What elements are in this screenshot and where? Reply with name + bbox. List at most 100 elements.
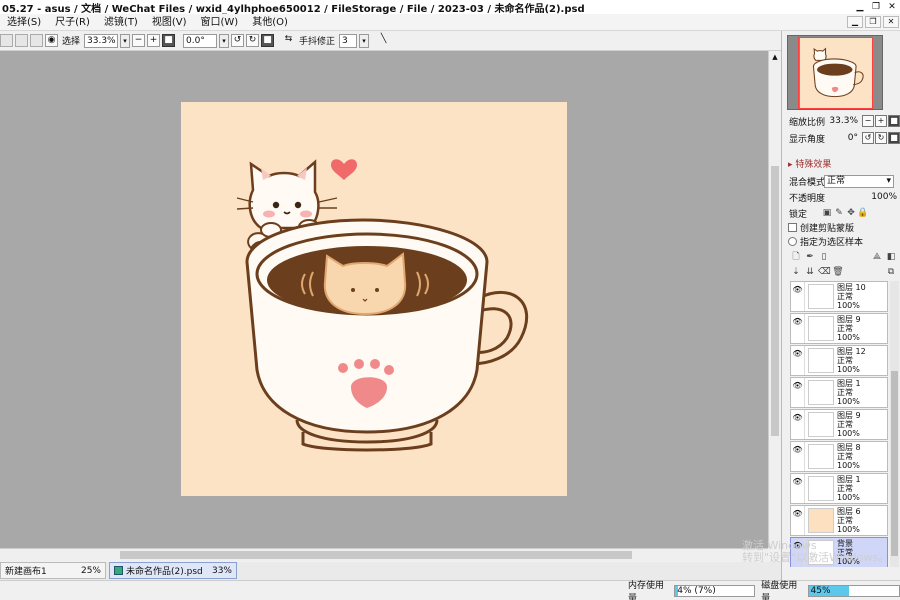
new-layer-icon[interactable]: 🗋 <box>790 251 802 263</box>
zoom-dropdown-icon[interactable]: ▾ <box>120 33 131 48</box>
navigator-view-frame[interactable] <box>798 37 873 109</box>
visibility-eye-icon[interactable]: 👁 <box>791 506 805 535</box>
visibility-eye-icon[interactable]: 👁 <box>791 378 805 407</box>
flip-horizontal-icon[interactable]: ⇆ <box>282 34 295 47</box>
menu-select[interactable]: 选择(S) <box>0 14 48 31</box>
color-swatch-1[interactable] <box>0 34 13 47</box>
layer-scroll-thumb[interactable] <box>891 371 898 556</box>
zoom-in-button[interactable]: + <box>147 34 161 47</box>
doc-restore-button[interactable]: ❐ <box>865 16 881 28</box>
lock-all-icon[interactable]: 🔒 <box>857 207 869 219</box>
layer-row[interactable]: 👁 图层 10 正常 100% <box>790 281 888 312</box>
horizontal-scroll-thumb[interactable] <box>120 551 632 559</box>
layer-list[interactable]: 👁 图层 10 正常 100% 👁 图层 9 正常 100% 👁 图层 12 正常 100% 👁 图层 1… <box>790 281 888 567</box>
nav-angle-reset-button[interactable]: ■ <box>888 132 900 144</box>
nav-zoom-out-button[interactable]: − <box>862 115 874 127</box>
layer-name: 图层 12 <box>837 347 866 356</box>
rotation-reset-button[interactable]: ■ <box>261 34 275 47</box>
zoom-out-button[interactable]: − <box>132 34 146 47</box>
menu-view[interactable]: 视图(V) <box>145 14 194 31</box>
stabilizer-dropdown-icon[interactable]: ▾ <box>359 33 370 48</box>
nav-angle-value[interactable]: 0° <box>848 133 862 143</box>
clip-row[interactable]: 创建剪贴蒙版 <box>782 220 900 234</box>
nav-zoom-reset-button[interactable]: ■ <box>888 115 900 127</box>
color-swatch-3[interactable] <box>30 34 43 47</box>
lock-paint-icon[interactable]: ✎ <box>833 207 845 219</box>
layer-mode: 正常 <box>837 420 853 429</box>
close-button[interactable]: ✕ <box>884 1 900 13</box>
visibility-eye-icon[interactable]: 👁 <box>791 282 805 311</box>
layer-row[interactable]: 👁 图层 9 正常 100% <box>790 313 888 344</box>
layer-name: 图层 8 <box>837 443 861 452</box>
lock-move-icon[interactable]: ✥ <box>845 207 857 219</box>
merge-down-icon[interactable]: ⇊ <box>804 266 816 278</box>
lock-transparency-icon[interactable]: ▣ <box>821 207 833 219</box>
layer-row[interactable]: 👁 图层 1 正常 100% <box>790 377 888 408</box>
opacity-value[interactable]: 100% <box>871 192 900 202</box>
zoom-field[interactable]: 33.3% <box>84 33 119 48</box>
rotate-right-icon[interactable]: ↻ <box>246 34 260 47</box>
vertical-scroll-thumb[interactable] <box>771 166 779 436</box>
visibility-eye-icon[interactable]: 👁 <box>791 346 805 375</box>
tab-new-canvas[interactable]: 新建画布1 25% <box>0 562 106 579</box>
rotate-left-icon[interactable]: ↺ <box>231 34 245 47</box>
canvas-horizontal-scrollbar[interactable] <box>0 548 768 561</box>
effects-section[interactable]: ▸ 特殊效果 <box>782 157 900 170</box>
nav-rotate-right-icon[interactable]: ↻ <box>875 132 887 144</box>
pressure-icon[interactable]: ╲ <box>377 34 390 47</box>
rotation-field[interactable]: 0.0° <box>183 33 218 48</box>
menu-window[interactable]: 窗口(W) <box>194 14 246 31</box>
zoom-reset-button[interactable]: ■ <box>162 34 176 47</box>
layer-mode: 正常 <box>837 484 853 493</box>
menu-filter[interactable]: 滤镜(T) <box>97 14 145 31</box>
selection-source-checkbox[interactable] <box>788 236 797 246</box>
color-swatch-2[interactable] <box>15 34 28 47</box>
visibility-eye-icon[interactable]: 👁 <box>791 474 805 503</box>
stabilizer-field[interactable]: 3 <box>339 33 358 48</box>
menu-other[interactable]: 其他(O) <box>245 14 295 31</box>
layer-effect-icon[interactable]: ⟁ <box>871 251 883 263</box>
visibility-eye-icon[interactable]: 👁 <box>791 314 805 343</box>
nav-zoom-in-button[interactable]: + <box>875 115 887 127</box>
nav-rotate-left-icon[interactable]: ↺ <box>862 132 874 144</box>
delete-layer-icon[interactable]: 🗑 <box>832 266 844 278</box>
document-icon <box>114 566 123 575</box>
rotation-dropdown-icon[interactable]: ▾ <box>219 33 230 48</box>
blend-mode-select[interactable]: 正常 ▾ <box>824 175 894 188</box>
layer-row[interactable]: 👁 图层 1 正常 100% <box>790 473 888 504</box>
new-linework-layer-icon[interactable]: ✒ <box>804 251 816 263</box>
lock-label: 锁定 <box>789 209 808 220</box>
minimize-button[interactable]: ▁ <box>852 1 868 13</box>
nav-zoom-value[interactable]: 33.3% <box>829 116 862 126</box>
clip-checkbox[interactable] <box>788 222 797 232</box>
layer-row[interactable]: 👁 图层 12 正常 100% <box>790 345 888 376</box>
status-bar: 内存使用量 4% (7%) 磁盘使用量 45% <box>0 580 900 600</box>
stabilizer-label: 手抖修正 <box>299 37 336 47</box>
layer-meta: 图层 12 正常 100% <box>837 347 866 374</box>
maximize-button[interactable]: ❐ <box>868 1 884 13</box>
canvas-workspace[interactable] <box>0 51 768 548</box>
merge-visible-icon[interactable]: ⧉ <box>885 266 897 278</box>
layer-row[interactable]: 👁 图层 8 正常 100% <box>790 441 888 472</box>
tab-current-document[interactable]: 未命名作品(2).psd 33% <box>109 562 237 579</box>
doc-minimize-button[interactable]: ▁ <box>847 16 863 28</box>
layer-row[interactable]: 👁 图层 6 正常 100% <box>790 505 888 536</box>
navigator-preview[interactable] <box>787 35 883 110</box>
eye-icon[interactable]: ◉ <box>45 34 58 47</box>
layer-row[interactable]: 👁 图层 9 正常 100% <box>790 409 888 440</box>
layer-list-scrollbar[interactable] <box>890 281 899 567</box>
doc-close-button[interactable]: ✕ <box>883 16 899 28</box>
canvas-vertical-scrollbar[interactable]: ▲ <box>768 51 781 548</box>
menu-ruler[interactable]: 尺子(R) <box>48 14 97 31</box>
new-folder-icon[interactable]: ▯ <box>818 251 830 263</box>
scroll-up-icon[interactable]: ▲ <box>769 51 781 63</box>
layer-mask-icon[interactable]: ◧ <box>885 251 897 263</box>
selection-source-row[interactable]: 指定为选区样本 <box>782 234 900 248</box>
artboard[interactable] <box>181 102 567 496</box>
layer-name: 图层 9 <box>837 315 861 324</box>
clear-layer-icon[interactable]: ⌫ <box>818 266 831 278</box>
opacity-row[interactable]: 不透明度 100% <box>782 190 900 204</box>
visibility-eye-icon[interactable]: 👁 <box>791 410 805 439</box>
visibility-eye-icon[interactable]: 👁 <box>791 442 805 471</box>
transfer-down-icon[interactable]: ⇣ <box>790 266 802 278</box>
